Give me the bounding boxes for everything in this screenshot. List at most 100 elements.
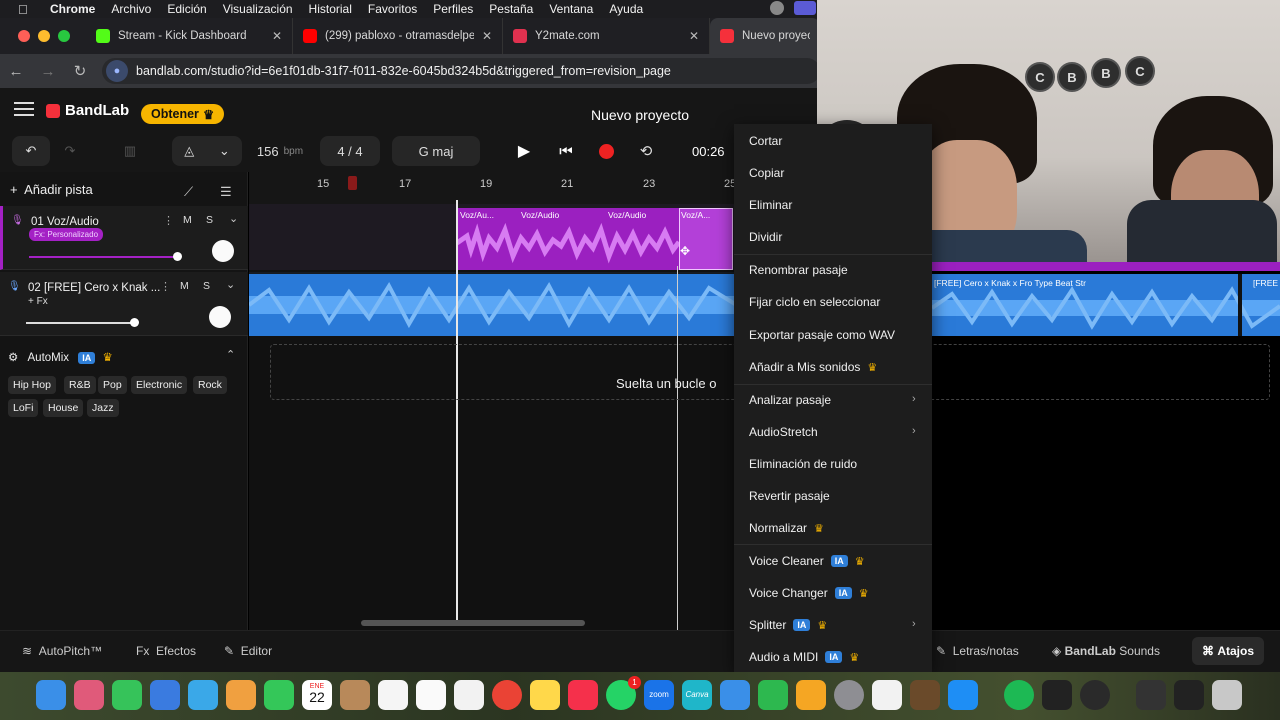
- url-field[interactable]: ● bandlab.com/studio?id=6e1f01db-31f7-f0…: [102, 58, 820, 84]
- keynote-icon[interactable]: [720, 680, 750, 710]
- automix-header[interactable]: ⚙ AutoMix IA ♛: [8, 350, 113, 364]
- piano-app-icon[interactable]: [1042, 680, 1072, 710]
- close-window-icon[interactable]: [18, 30, 30, 42]
- key-selector[interactable]: G maj: [392, 136, 480, 166]
- menu-item-export-wav[interactable]: Exportar pasaje como WAV: [749, 328, 895, 342]
- menu-edicion[interactable]: Edición: [167, 2, 206, 16]
- piano-icon[interactable]: ▥: [112, 136, 148, 166]
- automation-icon[interactable]: ⟋: [184, 184, 193, 200]
- horizontal-scrollbar[interactable]: [361, 620, 585, 626]
- track-name[interactable]: 02 [FREE] Cero x Knak ...: [28, 282, 160, 294]
- menu-item-analyze[interactable]: Analizar pasaje: [749, 393, 831, 407]
- genre-chip[interactable]: Electronic: [131, 376, 188, 394]
- window-thumbnail[interactable]: [1174, 680, 1204, 710]
- time-signature[interactable]: 4 / 4: [320, 136, 380, 166]
- add-track-button[interactable]: + Añadir pista: [10, 182, 93, 197]
- genre-chip[interactable]: Pop: [98, 376, 127, 394]
- chatgpt-icon[interactable]: [454, 680, 484, 710]
- chrome-icon[interactable]: [492, 680, 522, 710]
- menu-archivo[interactable]: Archivo: [111, 2, 151, 16]
- lyrics-button[interactable]: ✎ Letras/notas: [936, 644, 1019, 658]
- back-icon[interactable]: ←: [0, 63, 32, 80]
- menu-historial[interactable]: Historial: [309, 2, 352, 16]
- menu-icon[interactable]: [14, 102, 34, 120]
- menu-ventana[interactable]: Ventana: [549, 2, 593, 16]
- genre-chip[interactable]: House: [43, 399, 84, 417]
- record-button[interactable]: [588, 136, 624, 166]
- menu-item-add-to-sounds[interactable]: Añadir a Mis sonidos ♛: [749, 360, 877, 374]
- close-tab-icon[interactable]: ✕: [272, 29, 282, 43]
- menu-item-audiostretch[interactable]: AudioStretch: [749, 425, 818, 439]
- menu-item-splitter[interactable]: Splitter IA ♛: [749, 618, 827, 632]
- loop-button[interactable]: ⟲: [628, 136, 664, 166]
- tab-youtube[interactable]: (299) pabloxo - otramasdelpe ✕: [293, 18, 503, 54]
- more-options-icon[interactable]: ⋮: [160, 280, 171, 293]
- menu-favoritos[interactable]: Favoritos: [368, 2, 417, 16]
- menu-item-delete[interactable]: Eliminar: [749, 198, 792, 212]
- forward-icon[interactable]: →: [32, 63, 64, 80]
- shortcuts-button[interactable]: ⌘ Atajos: [1192, 637, 1265, 665]
- undo-button[interactable]: ↶: [12, 136, 50, 166]
- numbers-icon[interactable]: [758, 680, 788, 710]
- play-button[interactable]: ▶: [504, 136, 544, 166]
- volume-slider[interactable]: [26, 322, 134, 324]
- zoom-icon[interactable]: zoom: [644, 680, 674, 710]
- obs-icon[interactable]: [1080, 680, 1110, 710]
- canva-icon[interactable]: Canva: [682, 680, 712, 710]
- bandlab-sounds-button[interactable]: ◈ BandLab Sounds: [1052, 644, 1160, 658]
- loop-marker[interactable]: [348, 176, 357, 190]
- menu-item-split[interactable]: Dividir: [749, 230, 782, 244]
- system-settings-icon[interactable]: [834, 680, 864, 710]
- rewind-button[interactable]: ⏮: [548, 136, 584, 166]
- editor-button[interactable]: ✎ Editor: [224, 644, 272, 658]
- freeform-icon[interactable]: [416, 680, 446, 710]
- metronome-button[interactable]: ◬ ⌄: [172, 136, 242, 166]
- maps-icon[interactable]: [188, 680, 218, 710]
- pan-knob[interactable]: [209, 306, 231, 328]
- track-voz-audio[interactable]: 🎙 01 Voz/Audio ⋮ M S ⌄ Fx: Personalizado: [0, 206, 248, 270]
- fx-badge[interactable]: Fx: Personalizado: [29, 228, 104, 241]
- genre-chip[interactable]: Hip Hop: [8, 376, 56, 394]
- autopitch-button[interactable]: ≋ AutoPitch™: [22, 644, 102, 658]
- playhead[interactable]: [456, 200, 458, 626]
- tab-bandlab[interactable]: Nuevo proyecto: [710, 18, 820, 54]
- mail-icon[interactable]: [150, 680, 180, 710]
- obtener-button[interactable]: Obtener ♛: [141, 104, 225, 124]
- menu-item-reverse[interactable]: Revertir pasaje: [749, 489, 830, 503]
- volume-slider-handle[interactable]: [173, 252, 182, 261]
- notes-icon[interactable]: [530, 680, 560, 710]
- chevron-down-icon[interactable]: ⌄: [219, 143, 230, 159]
- more-options-icon[interactable]: ⋮: [163, 214, 174, 227]
- mixer-icon[interactable]: ☰: [220, 184, 232, 200]
- solo-button[interactable]: S: [203, 280, 210, 292]
- menu-item-set-loop[interactable]: Fijar ciclo en seleccionar: [749, 295, 880, 309]
- menu-visualizacion[interactable]: Visualización: [223, 2, 293, 16]
- minimize-window-icon[interactable]: [38, 30, 50, 42]
- garageband-icon[interactable]: [910, 680, 940, 710]
- volume-slider[interactable]: [29, 256, 179, 258]
- close-tab-icon[interactable]: ✕: [689, 29, 699, 43]
- track-name[interactable]: 01 Voz/Audio: [31, 216, 99, 228]
- menu-item-cut[interactable]: Cortar: [749, 134, 782, 148]
- beat-clip[interactable]: [247, 274, 737, 336]
- screen-record-icon[interactable]: [794, 1, 816, 15]
- calendar-icon[interactable]: ENE 22: [302, 680, 332, 710]
- reminders-icon[interactable]: [378, 680, 408, 710]
- microphone-icon[interactable]: ●: [106, 60, 128, 82]
- tab-y2mate[interactable]: Y2mate.com ✕: [503, 18, 710, 54]
- tab-kick[interactable]: Stream - Kick Dashboard ✕: [86, 18, 293, 54]
- menu-app-name[interactable]: Chrome: [50, 2, 95, 16]
- chevron-down-icon[interactable]: ⌄: [229, 212, 238, 225]
- add-fx-button[interactable]: + Fx: [28, 296, 48, 307]
- pan-knob[interactable]: [212, 240, 234, 262]
- volume-slider-handle[interactable]: [130, 318, 139, 327]
- menu-item-voice-cleaner[interactable]: Voice Cleaner IA ♛: [749, 554, 865, 568]
- contacts-icon[interactable]: [340, 680, 370, 710]
- window-thumbnail[interactable]: [1136, 680, 1166, 710]
- facetime-icon[interactable]: [264, 680, 294, 710]
- genre-chip[interactable]: Rock: [193, 376, 227, 394]
- menu-item-rename[interactable]: Renombrar pasaje: [749, 263, 848, 277]
- redo-button[interactable]: ↷: [52, 136, 88, 166]
- menu-item-noise-removal[interactable]: Eliminación de ruido: [749, 457, 857, 471]
- bpm-field[interactable]: 156 bpm: [242, 136, 318, 166]
